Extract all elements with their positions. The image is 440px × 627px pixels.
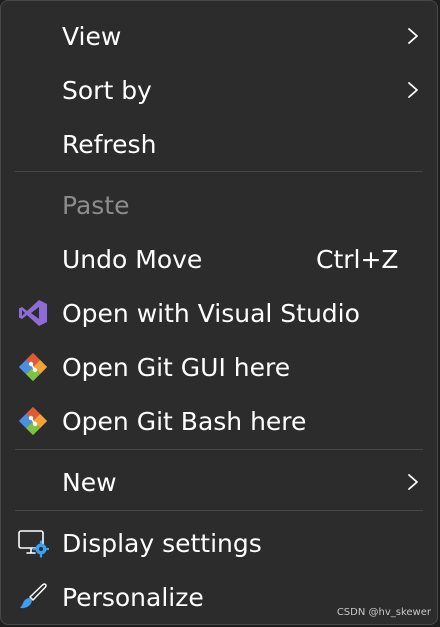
watermark: CSDN @hv_skewer <box>336 607 431 618</box>
menu-item-view[interactable]: View <box>7 11 431 61</box>
menu-item-label: Undo Move <box>62 244 203 274</box>
menu-item-open-git-gui[interactable]: Open Git GUI here <box>7 342 431 392</box>
menu-item-label: Paste <box>62 190 130 220</box>
menu-item-undo-move[interactable]: Undo Move Ctrl+Z <box>7 234 431 284</box>
desktop-context-menu: View Sort by Refresh Paste Undo Move Ctr… <box>0 0 438 625</box>
menu-item-label: Open Git Bash here <box>62 406 307 436</box>
menu-item-label: Open Git GUI here <box>62 352 291 382</box>
menu-item-open-with-visual-studio[interactable]: Open with Visual Studio <box>7 288 431 338</box>
visual-studio-icon <box>19 300 47 326</box>
menu-item-label: Display settings <box>62 528 262 558</box>
menu-item-new[interactable]: New <box>7 457 431 507</box>
menu-item-display-settings[interactable]: Display settings <box>7 518 431 568</box>
menu-item-open-git-bash[interactable]: Open Git Bash here <box>7 396 431 446</box>
menu-item-label: Sort by <box>62 75 152 105</box>
git-bash-icon <box>18 406 48 436</box>
chevron-right-icon <box>408 28 418 44</box>
menu-item-label: View <box>62 21 122 51</box>
menu-item-refresh[interactable]: Refresh <box>7 119 431 169</box>
personalize-brush-icon <box>20 583 47 609</box>
menu-item-sort-by[interactable]: Sort by <box>7 65 431 115</box>
menu-item-paste[interactable]: Paste <box>7 180 431 230</box>
chevron-right-icon <box>408 82 418 98</box>
menu-item-label: Refresh <box>62 129 157 159</box>
shortcut-text: Ctrl+Z <box>316 244 399 274</box>
menu-separator <box>15 510 423 511</box>
menu-item-label: New <box>62 467 117 497</box>
menu-item-label: Open with Visual Studio <box>62 298 360 328</box>
menu-separator <box>15 171 423 172</box>
display-settings-icon <box>18 530 49 558</box>
menu-item-label: Personalize <box>62 582 204 612</box>
menu-separator <box>15 449 423 450</box>
git-gui-icon <box>18 352 48 382</box>
chevron-right-icon <box>408 474 418 490</box>
